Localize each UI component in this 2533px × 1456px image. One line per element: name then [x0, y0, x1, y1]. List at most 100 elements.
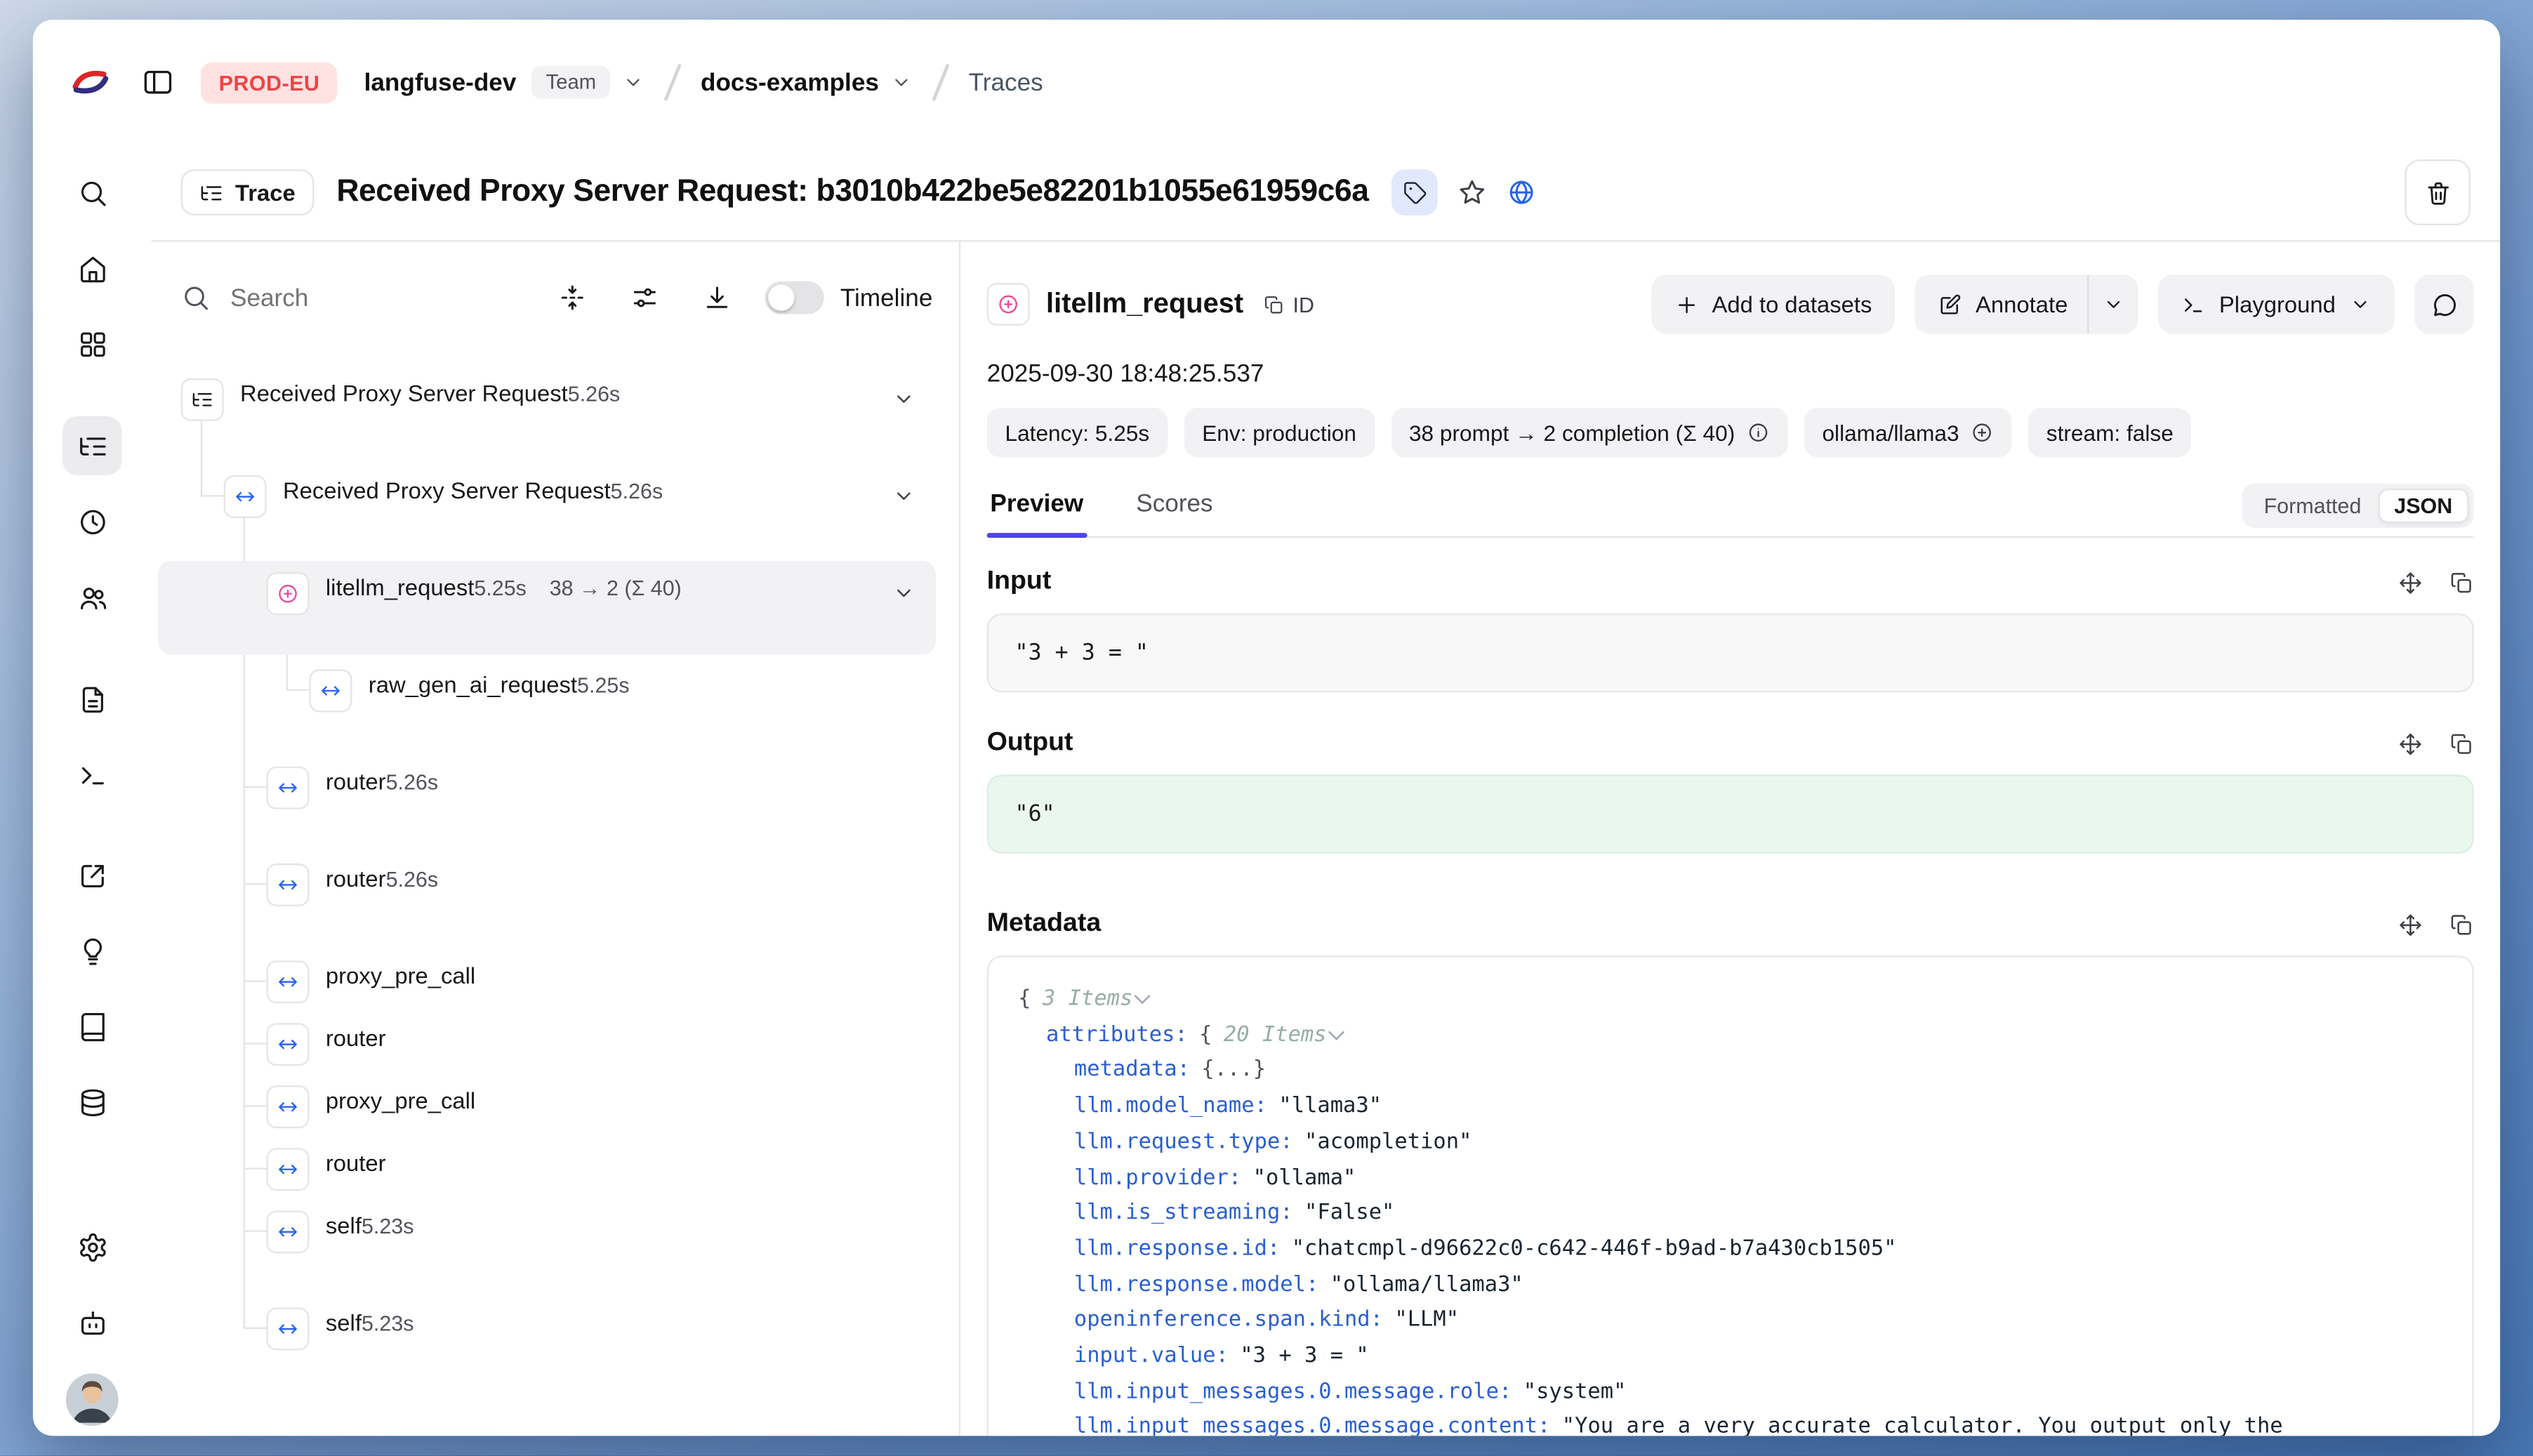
rail-evaluation[interactable]: [62, 845, 121, 904]
node-duration: 5.26s: [611, 479, 663, 503]
view-options-icon[interactable]: [630, 283, 659, 312]
json-str: "3 + 3 = ": [1240, 1344, 1368, 1368]
tree-node-received-proxy-server-request[interactable]: Received Proxy Server Request5.26s: [152, 467, 959, 564]
langfuse-logo-icon: [69, 61, 112, 104]
tree-node-router[interactable]: router5.26s: [152, 758, 959, 855]
tree-node-proxy-pre-call[interactable]: proxy_pre_call: [152, 1078, 959, 1140]
observation-header: litellm_request ID Add to datasets: [987, 274, 2474, 333]
rail-user-avatar[interactable]: [66, 1373, 119, 1426]
circle-plus-icon[interactable]: [1971, 421, 1994, 444]
tags-button[interactable]: [1391, 169, 1438, 216]
node-name: router: [326, 768, 386, 794]
collapse-all-icon[interactable]: [557, 283, 587, 312]
org-name[interactable]: langfuse-dev: [364, 68, 517, 96]
expand-icon[interactable]: [2398, 912, 2423, 937]
copy-id-button[interactable]: ID: [1263, 292, 1314, 317]
rail-assistant[interactable]: [62, 1292, 121, 1351]
rail-prompts[interactable]: [62, 670, 121, 729]
node-name: self: [326, 1212, 362, 1238]
json-line: llm.input_messages.0.message.role:"syste…: [1018, 1375, 2442, 1410]
metadata-section-header: Metadata: [987, 910, 2474, 939]
tree-node-router[interactable]: router5.26s: [152, 855, 959, 952]
breadcrumb-traces[interactable]: Traces: [969, 68, 1043, 96]
arrows-left-right-icon: [277, 1095, 300, 1118]
tree-node-proxy-pre-call[interactable]: proxy_pre_call: [152, 953, 959, 1015]
badge-stream: stream: false: [2028, 408, 2192, 457]
badge-text: stream: false: [2046, 421, 2174, 445]
project-switcher-chevron-icon[interactable]: [890, 71, 913, 94]
node-duration: 5.23s: [362, 1214, 414, 1238]
tree-node-self[interactable]: self5.23s: [152, 1299, 959, 1396]
rail-tracing[interactable]: [62, 416, 121, 475]
tab-scores[interactable]: Scores: [1133, 490, 1217, 536]
timeline-toggle[interactable]: [765, 282, 824, 315]
copy-icon[interactable]: [2449, 912, 2474, 937]
tree-node-received-proxy-server-request[interactable]: Received Proxy Server Request5.26s: [152, 370, 959, 467]
project-name[interactable]: docs-examples: [701, 68, 879, 96]
search-input[interactable]: [227, 282, 404, 314]
copy-icon[interactable]: [2449, 570, 2474, 595]
tree-node-router[interactable]: router: [152, 1140, 959, 1203]
globe-icon[interactable]: [1507, 178, 1536, 207]
rail-sessions[interactable]: [62, 492, 121, 551]
rail-datasets[interactable]: [62, 1073, 121, 1132]
copy-icon[interactable]: [2449, 731, 2474, 755]
rail-insights[interactable]: [62, 921, 121, 980]
annotate-button[interactable]: Annotate: [1914, 274, 2087, 333]
json-line: llm.input_messages.0.message.content:"Yo…: [1018, 1410, 2442, 1436]
json-str: "system": [1523, 1379, 1627, 1404]
annotate-split-button: Annotate: [1914, 274, 2138, 333]
expand-icon[interactable]: [2398, 731, 2423, 755]
rail-users[interactable]: [62, 567, 121, 626]
badge-text: Latency: 5.25s: [1005, 421, 1149, 445]
json-collapse-toggle[interactable]: 20 Items: [1224, 1023, 1353, 1047]
tab-preview[interactable]: Preview: [987, 490, 1087, 536]
trace-tree: Received Proxy Server Request5.26sReceiv…: [152, 370, 959, 1396]
json-brace: {...}: [1201, 1058, 1266, 1083]
tree-node-litellm-request[interactable]: litellm_request5.25s38 → 2 (Σ 40): [152, 564, 959, 661]
star-icon[interactable]: [1457, 178, 1487, 207]
expand-icon[interactable]: [2398, 570, 2423, 595]
json-collapse-toggle[interactable]: 3 Items: [1043, 987, 1159, 1012]
rail-search[interactable]: [62, 163, 121, 222]
rail-playground[interactable]: [62, 745, 121, 804]
annotate-dropdown-button[interactable]: [2087, 274, 2138, 333]
rail-settings[interactable]: [62, 1217, 121, 1276]
org-switcher-chevron-icon[interactable]: [623, 71, 646, 94]
json-brace: {: [1018, 987, 1031, 1012]
tree-node-raw-gen-ai-request[interactable]: raw_gen_ai_request5.25s: [152, 661, 959, 758]
info-icon[interactable]: [1747, 421, 1770, 444]
span-type-chip: [224, 475, 267, 518]
format-option-formatted[interactable]: Formatted: [2247, 489, 2378, 523]
tree-node-router[interactable]: router: [152, 1015, 959, 1078]
playground-icon: [77, 759, 108, 790]
rail-docs[interactable]: [62, 997, 121, 1056]
sidebar-toggle-icon[interactable]: [141, 66, 174, 99]
json-key: llm.request.type:: [1074, 1130, 1293, 1154]
chevron-down-icon[interactable]: [892, 581, 916, 605]
delete-button[interactable]: [2405, 159, 2471, 225]
span-type-chip: [267, 1023, 310, 1066]
comments-button[interactable]: [2414, 274, 2473, 333]
json-line: {3 Items: [1018, 982, 2442, 1018]
generation-type-chip: [267, 572, 310, 615]
prompts-icon: [77, 683, 108, 715]
app-window: PROD-EU langfuse-dev Team docs-examples …: [33, 20, 2500, 1436]
tree-node-self[interactable]: self5.23s: [152, 1203, 959, 1299]
export-icon[interactable]: [702, 283, 732, 312]
json-key: llm.is_streaming:: [1074, 1201, 1293, 1226]
rail-home[interactable]: [62, 239, 121, 298]
json-line: llm.model_name:"llama3": [1018, 1089, 2442, 1125]
playground-button[interactable]: Playground: [2158, 274, 2395, 333]
arrows-left-right-icon: [234, 485, 257, 508]
datasets-icon: [77, 1086, 108, 1118]
span-type-chip: [267, 1148, 310, 1191]
add-to-datasets-button[interactable]: Add to datasets: [1651, 274, 1895, 333]
chevron-down-icon[interactable]: [892, 387, 916, 411]
chevron-down-icon[interactable]: [892, 484, 916, 508]
badge-ollama-llama3: ollama/llama3: [1804, 408, 2012, 457]
timeline-label: Timeline: [840, 284, 933, 312]
format-toggle[interactable]: Formatted JSON: [2242, 484, 2474, 528]
rail-dashboards[interactable]: [62, 314, 121, 373]
format-option-json[interactable]: JSON: [2378, 489, 2469, 523]
